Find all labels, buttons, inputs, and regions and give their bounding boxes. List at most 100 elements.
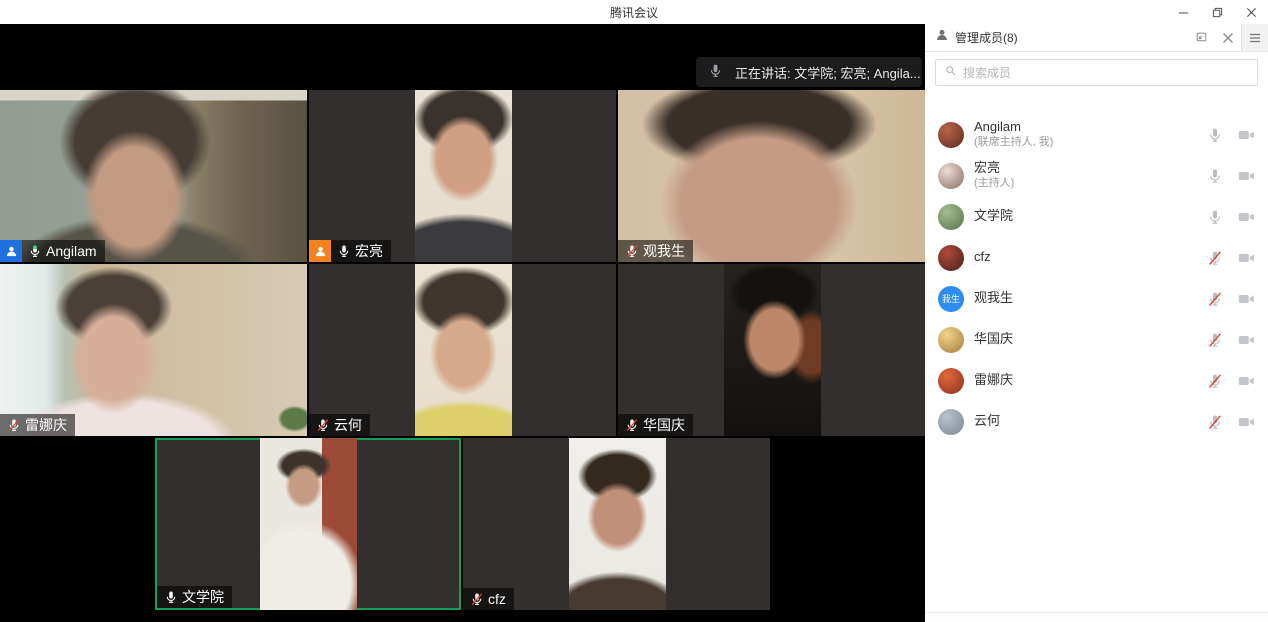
- member-row-雷娜庆[interactable]: 雷娜庆: [925, 360, 1268, 401]
- member-controls: [1207, 127, 1255, 143]
- camera-icon[interactable]: [1238, 416, 1255, 428]
- video-tile-文学院[interactable]: 文学院: [155, 438, 461, 610]
- mic-muted-icon: [625, 418, 639, 432]
- camera-icon[interactable]: [1238, 170, 1255, 182]
- member-controls: [1207, 209, 1255, 225]
- mic-muted-icon: [625, 244, 639, 258]
- restore-icon[interactable]: [1200, 0, 1234, 24]
- hamburger-menu-icon[interactable]: [1241, 24, 1268, 51]
- participant-name: 云何: [334, 415, 362, 435]
- video-feed: [415, 264, 512, 436]
- window-titlebar: 腾讯会议: [0, 0, 1268, 24]
- camera-icon[interactable]: [1238, 252, 1255, 264]
- host-badge-icon: [309, 240, 331, 262]
- participant-name: 宏亮: [355, 241, 383, 261]
- mic-muted-icon[interactable]: [1207, 250, 1223, 266]
- member-row-文学院[interactable]: 文学院: [925, 196, 1268, 237]
- member-text: cfz: [974, 250, 1207, 265]
- member-list: Angilam(联席主持人, 我) 宏亮(主持人) 文学院 cfz 我生观我生 …: [925, 114, 1268, 612]
- video-tile-观我生[interactable]: 观我生: [618, 90, 925, 262]
- members-icon: [935, 28, 949, 47]
- member-row-Angilam[interactable]: Angilam(联席主持人, 我): [925, 114, 1268, 155]
- mic-muted-icon[interactable]: [1207, 414, 1223, 430]
- member-controls: [1207, 373, 1255, 389]
- video-grid: 正在讲话: 文学院; 宏亮; Angila... Angilam 宏亮 观我生 …: [0, 24, 925, 622]
- avatar: [938, 204, 964, 230]
- member-name: 文学院: [974, 209, 1207, 224]
- active-speaker-banner: 正在讲话: 文学院; 宏亮; Angila...: [696, 57, 922, 87]
- member-panel: 管理成员(8) Angilam(联席主持人, 我): [925, 24, 1268, 622]
- member-name: 观我生: [974, 291, 1207, 306]
- member-controls: [1207, 168, 1255, 184]
- avatar: [938, 327, 964, 353]
- member-role: (联席主持人, 我): [974, 136, 1207, 149]
- member-row-观我生[interactable]: 我生观我生: [925, 278, 1268, 319]
- avatar: [938, 122, 964, 148]
- mic-on-icon: [164, 590, 178, 604]
- mic-on-icon[interactable]: [1207, 127, 1223, 143]
- video-feed: [724, 264, 821, 436]
- avatar: [938, 245, 964, 271]
- avatar: [938, 163, 964, 189]
- participant-name: Angilam: [46, 243, 97, 259]
- mic-on-icon[interactable]: [1207, 168, 1223, 184]
- mic-on-icon: [337, 244, 351, 258]
- video-tile-雷娜庆[interactable]: 雷娜庆: [0, 264, 307, 436]
- search-input[interactable]: [963, 66, 1249, 80]
- tile-nameplate: 观我生: [618, 240, 693, 262]
- close-icon[interactable]: [1215, 24, 1241, 51]
- avatar: [938, 368, 964, 394]
- video-tile-Angilam[interactable]: Angilam: [0, 90, 307, 262]
- member-search[interactable]: [935, 59, 1258, 86]
- member-controls: [1207, 414, 1255, 430]
- member-row-华国庆[interactable]: 华国庆: [925, 319, 1268, 360]
- camera-icon[interactable]: [1238, 334, 1255, 346]
- tile-nameplate: 华国庆: [618, 414, 693, 436]
- tile-nameplate: 文学院: [157, 586, 232, 608]
- video-feed: [260, 438, 357, 610]
- member-controls: [1207, 332, 1255, 348]
- video-feed: [0, 90, 307, 262]
- avatar: [938, 409, 964, 435]
- mic-on-icon: [28, 244, 42, 258]
- tile-nameplate: Angilam: [0, 240, 105, 262]
- member-role: (主持人): [974, 177, 1207, 190]
- minimize-icon[interactable]: [1166, 0, 1200, 24]
- video-feed: [569, 438, 666, 610]
- member-text: 文学院: [974, 209, 1207, 224]
- participant-name: 文学院: [182, 587, 224, 607]
- member-controls: [1207, 250, 1255, 266]
- member-row-cfz[interactable]: cfz: [925, 237, 1268, 278]
- avatar: 我生: [938, 286, 964, 312]
- member-text: 观我生: [974, 291, 1207, 306]
- video-tile-云何[interactable]: 云何: [309, 264, 616, 436]
- popout-panel-icon[interactable]: [1188, 24, 1215, 51]
- video-tile-cfz[interactable]: cfz: [463, 438, 770, 610]
- member-row-宏亮[interactable]: 宏亮(主持人): [925, 155, 1268, 196]
- mic-muted-icon[interactable]: [1207, 332, 1223, 348]
- tile-nameplate: 云何: [309, 414, 370, 436]
- tile-nameplate: 宏亮: [309, 240, 391, 262]
- camera-icon[interactable]: [1238, 211, 1255, 223]
- participant-name: 雷娜庆: [25, 415, 67, 435]
- participant-name: 观我生: [643, 241, 685, 261]
- member-name: 云何: [974, 414, 1207, 429]
- video-tile-宏亮[interactable]: 宏亮: [309, 90, 616, 262]
- camera-icon[interactable]: [1238, 129, 1255, 141]
- participant-name: 华国庆: [643, 415, 685, 435]
- camera-icon[interactable]: [1238, 293, 1255, 305]
- mic-muted-icon[interactable]: [1207, 291, 1223, 307]
- member-name: 宏亮: [974, 161, 1207, 176]
- window-close-icon[interactable]: [1234, 0, 1268, 24]
- tile-nameplate: 雷娜庆: [0, 414, 75, 436]
- mic-muted-icon: [7, 418, 21, 432]
- video-tile-华国庆[interactable]: 华国庆: [618, 264, 925, 436]
- member-text: 华国庆: [974, 332, 1207, 347]
- camera-icon[interactable]: [1238, 375, 1255, 387]
- mic-muted-icon[interactable]: [1207, 373, 1223, 389]
- member-row-云何[interactable]: 云何: [925, 401, 1268, 442]
- member-controls: [1207, 291, 1255, 307]
- member-name: 雷娜庆: [974, 373, 1207, 388]
- member-name: 华国庆: [974, 332, 1207, 347]
- mic-on-icon[interactable]: [1207, 209, 1223, 225]
